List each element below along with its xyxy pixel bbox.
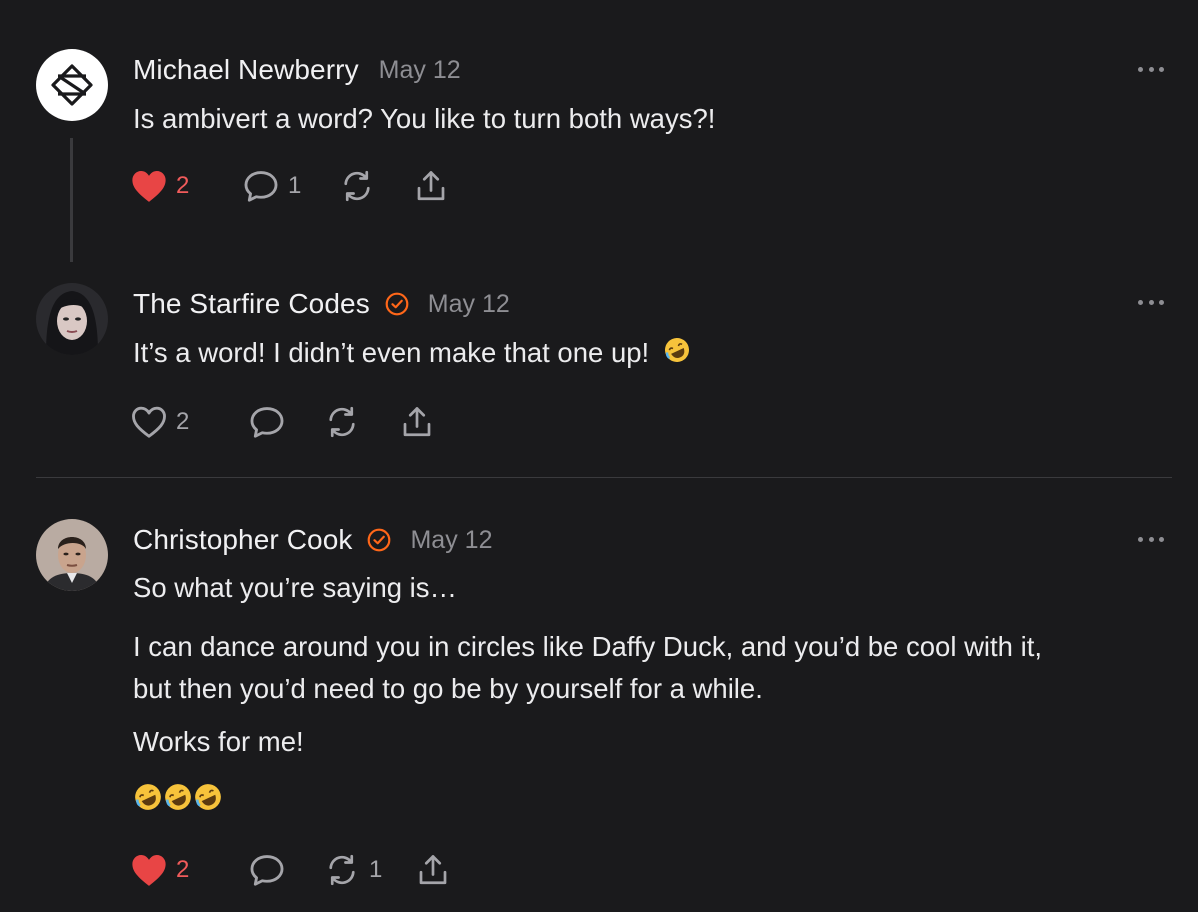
restack-arrows-icon	[329, 406, 355, 438]
more-options-button[interactable]	[1138, 535, 1164, 543]
author-name[interactable]: Michael Newberry	[133, 54, 359, 86]
more-options-button[interactable]	[1138, 65, 1164, 73]
rolling-on-floor-laughing-emoji	[133, 782, 163, 824]
comment-text: It’s a word! I didn’t even make that one…	[133, 332, 691, 376]
rolling-on-floor-laughing-emoji	[163, 782, 193, 824]
share-button[interactable]	[398, 402, 436, 442]
more-dot	[1159, 536, 1164, 542]
share-button[interactable]	[414, 850, 452, 890]
share-upload-icon	[419, 855, 447, 885]
more-dot	[1148, 66, 1154, 72]
like-button[interactable]: 2	[130, 402, 189, 442]
comment-bubble-icon	[244, 171, 278, 202]
rolling-on-floor-laughing-emoji	[193, 782, 223, 824]
comment-text-line: Works for me!	[133, 726, 304, 757]
check-circle-icon	[366, 527, 392, 553]
restack-button[interactable]	[338, 166, 384, 206]
avatar[interactable]	[36, 49, 108, 121]
reply-button[interactable]: 1	[242, 166, 301, 206]
comment-text: Is ambivert a word? You like to turn bot…	[133, 103, 716, 134]
share-upload-icon	[403, 407, 431, 437]
restack-count: 1	[369, 856, 383, 883]
like-count: 2	[176, 856, 190, 883]
more-dot	[1159, 299, 1164, 305]
comment-text-line: So what you’re saying is…	[133, 572, 458, 603]
like-button[interactable]: 2	[130, 166, 189, 206]
share-button[interactable]	[412, 166, 450, 206]
comment-date[interactable]: May 12	[428, 290, 510, 319]
profile-photo	[36, 283, 108, 355]
comment-date[interactable]: May 12	[410, 526, 492, 555]
reply-count: 1	[288, 172, 302, 199]
heart-icon	[132, 406, 166, 438]
more-dot	[1138, 299, 1143, 305]
like-button[interactable]: 2	[130, 850, 189, 890]
comment-text-line: I can dance around you in circles like D…	[133, 631, 1043, 662]
divider	[36, 477, 1172, 478]
author-name[interactable]: Christopher Cook	[133, 524, 352, 556]
comment-header: Michael Newberry May 12	[133, 52, 461, 88]
restack-button[interactable]	[323, 402, 369, 442]
author-name[interactable]: The Starfire Codes	[133, 288, 370, 320]
more-dot	[1148, 299, 1154, 305]
restack-arrows-icon	[329, 854, 355, 886]
more-dot	[1159, 66, 1164, 72]
comment-text-line: It’s a word! I didn’t even make that one…	[133, 337, 650, 368]
reply-button[interactable]	[248, 850, 294, 890]
comment-bubble-icon	[250, 855, 284, 886]
avatar[interactable]	[36, 283, 108, 355]
comment-header: Christopher Cook May 12	[133, 522, 492, 558]
restack-button[interactable]: 1	[323, 850, 382, 890]
avatar[interactable]	[36, 519, 108, 591]
thread-line	[70, 138, 73, 262]
comment-date[interactable]: May 12	[379, 56, 461, 85]
comment-header: The Starfire Codes May 12	[133, 286, 510, 322]
comment-bubble-icon	[250, 407, 284, 438]
emoji-row	[133, 780, 223, 824]
substack-diamond-logo-icon	[51, 64, 93, 106]
share-upload-icon	[417, 171, 445, 201]
heart-icon	[132, 170, 166, 202]
profile-photo	[36, 519, 108, 591]
rolling-on-floor-laughing-emoji	[663, 334, 691, 376]
more-dot	[1148, 536, 1154, 542]
like-count: 2	[176, 408, 190, 435]
more-dot	[1138, 536, 1143, 542]
like-count: 2	[176, 172, 190, 199]
reply-button[interactable]	[248, 402, 294, 442]
restack-arrows-icon	[344, 170, 370, 202]
more-options-button[interactable]	[1138, 298, 1164, 306]
check-circle-icon	[384, 291, 410, 317]
more-dot	[1138, 66, 1143, 72]
heart-icon	[132, 854, 166, 886]
comment-text-line: but then you’d need to go be by yourself…	[133, 673, 763, 704]
